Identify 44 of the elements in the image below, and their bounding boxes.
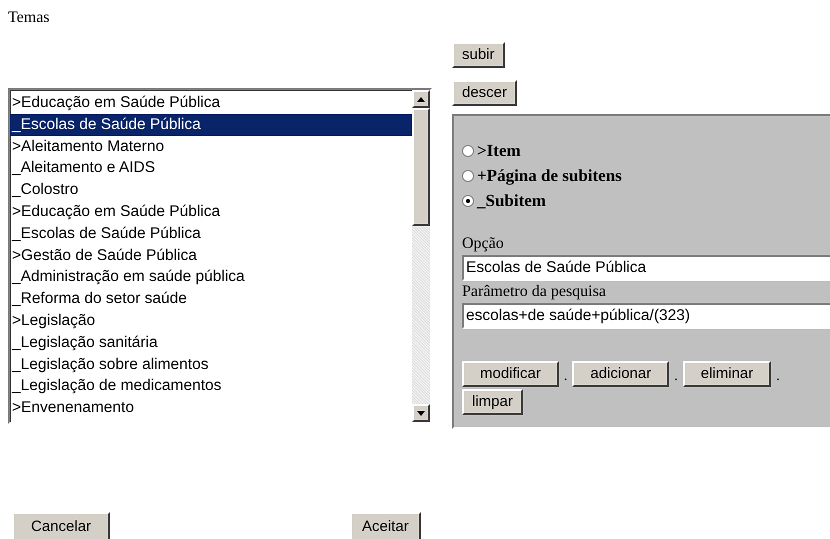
input-field[interactable]: escolas+de saúde+pública/(323) — [462, 303, 830, 329]
list-item[interactable]: >Educação em Saúde Pública — [10, 92, 412, 114]
list-item[interactable]: _Escolas de Saúde Pública — [10, 222, 412, 245]
list-item[interactable]: >Envenenamento — [10, 397, 412, 419]
down-arrow-icon — [417, 410, 425, 416]
action-button[interactable]: adicionar — [572, 361, 670, 387]
radio-label[interactable]: >Item — [477, 138, 521, 163]
list-item[interactable]: _Legislação sanitária — [10, 332, 412, 354]
list-item[interactable]: >Aleitamento Materno — [10, 136, 412, 158]
action-button[interactable]: limpar — [462, 389, 523, 415]
list-item[interactable]: _Reforma do setor saúde — [10, 288, 412, 310]
radio-button[interactable] — [462, 170, 474, 182]
list-item[interactable]: _Legislação de medicamentos — [10, 375, 412, 398]
scroll-down-button[interactable] — [412, 404, 430, 422]
action-button[interactable]: modificar — [462, 361, 559, 387]
up-arrow-icon — [417, 96, 425, 102]
footer-button[interactable]: Cancelar — [12, 512, 110, 539]
separator-dot: . — [673, 368, 679, 386]
field-label: Opção — [462, 234, 505, 254]
title-label: Temas — [8, 8, 50, 28]
scroll-up-button[interactable] — [412, 90, 430, 108]
radio-label[interactable]: +Página de subitens — [477, 163, 622, 188]
list-item[interactable]: _Aleitamento e AIDS — [10, 157, 412, 180]
move-button[interactable]: subir — [452, 42, 505, 68]
scroll-thumb[interactable] — [412, 108, 430, 226]
list-item[interactable]: >Educação em Saúde Pública — [10, 200, 412, 223]
field-label: Parâmetro da pesquisa — [462, 282, 607, 302]
scrollbar[interactable] — [412, 90, 430, 422]
list-item[interactable]: _Legislação sobre alimentos — [10, 354, 412, 376]
separator-dot: . — [775, 368, 781, 386]
list-item[interactable]: _Colostro — [10, 179, 412, 201]
input-field[interactable]: Escolas de Saúde Pública — [462, 255, 830, 281]
list-item[interactable]: >Gestão de Saúde Pública — [10, 244, 412, 266]
action-button[interactable]: eliminar — [682, 361, 772, 387]
move-button[interactable]: descer — [452, 80, 518, 106]
radio-button[interactable] — [462, 144, 474, 156]
list-box[interactable] — [8, 88, 432, 424]
separator-dot: . — [562, 368, 568, 386]
list-item[interactable]: _Administração em saúde pública — [10, 266, 412, 288]
radio-button[interactable] — [462, 194, 474, 206]
footer-button[interactable]: Aceitar — [350, 512, 421, 539]
list-item[interactable]: _Escolas de Saúde Pública — [10, 114, 412, 136]
list-item[interactable]: >Legislação — [10, 310, 412, 332]
radio-label[interactable]: _Subitem — [477, 188, 546, 213]
